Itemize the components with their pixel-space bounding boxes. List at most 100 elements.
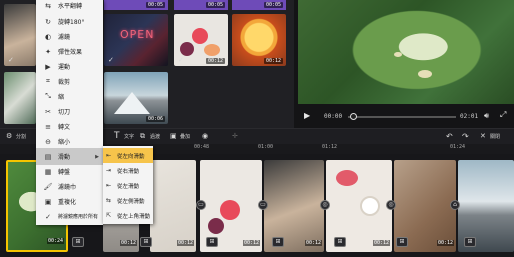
fruit-shape: [208, 218, 224, 234]
ruler-tick: 00:48: [194, 144, 210, 150]
transition-marker[interactable]: ⊞: [464, 237, 476, 247]
preview-panel: ▶ 00:00 02:01 🔊︎ ⤢: [298, 0, 514, 128]
transition-marker[interactable]: ▭: [196, 200, 206, 210]
preview-video: [298, 0, 514, 104]
close-icon[interactable]: ✕: [480, 132, 486, 140]
media-thumb-sun[interactable]: 00:12: [232, 14, 286, 66]
check-icon: ✓: [45, 212, 51, 221]
fruit-shape: [180, 42, 194, 56]
neon-sign: OPEN: [120, 28, 155, 41]
clip-duration: 00:12: [436, 240, 454, 246]
media-duration: 00:05: [263, 2, 283, 8]
media-thumb-fruit[interactable]: 00:12 ✓: [174, 14, 228, 66]
transition-marker[interactable]: ⊞: [140, 237, 152, 247]
undo-icon[interactable]: ↶: [446, 132, 453, 141]
fruit-shape: [204, 44, 220, 56]
sand-bunker: [418, 70, 432, 78]
ruler-tick: 01:24: [450, 144, 466, 150]
food-shape: [360, 196, 380, 216]
media-duration: 00:05: [205, 2, 225, 8]
toolbar-text[interactable]: 文字: [124, 133, 134, 140]
record-icon[interactable]: ◉: [202, 132, 208, 140]
seek-handle[interactable]: [350, 113, 357, 120]
slide-left-icon: ⇤: [106, 182, 112, 189]
clip-duration: 00:12: [119, 240, 137, 246]
context-menu: ⇆ 水平翻轉 ↻ 旋轉180° ◐ 濾鏡 ✦ 彈性效果 ▶ 運動 ⌗ 裁剪 ⤡ 縮 ✂ 切刀 ≡…: [36, 0, 103, 225]
media-thumb-woman[interactable]: ✓: [4, 4, 36, 66]
repeat-icon: ▣: [44, 197, 52, 206]
transition-marker[interactable]: ⊞: [396, 237, 408, 247]
media-thumb-mountain[interactable]: 00:06: [104, 72, 168, 124]
clip-duration: 00:12: [176, 240, 194, 246]
media-duration: 00:12: [263, 58, 283, 64]
transition-icon[interactable]: ⧉: [140, 132, 145, 141]
transition-marker[interactable]: ⊞: [334, 237, 346, 247]
slide-submenu: ⇤ 從左向滑動 ⇥ 從右滑動 ⇤ 從左滑動 ⇆ 從左側滑動 ⇱ 從左上角滑動: [103, 146, 153, 224]
wheel-icon: ▦: [44, 167, 52, 176]
fullscreen-icon[interactable]: ⤢: [500, 110, 506, 120]
transition-marker[interactable]: ⊞: [272, 237, 284, 247]
sand-bunker: [394, 52, 402, 57]
scale-icon: ⤡: [45, 92, 51, 100]
volume-icon[interactable]: 🔊︎: [484, 111, 489, 121]
submenu-item-slide-in[interactable]: ⇤ 從左向滑動: [103, 148, 153, 163]
playback-controls: ▶ 00:00 02:01 🔊︎ ⤢: [298, 104, 514, 128]
text-icon[interactable]: T: [114, 131, 120, 141]
toolbar-transition[interactable]: 過渡: [150, 133, 160, 140]
menu-item-flip[interactable]: ⇆ 水平翻轉: [36, 0, 103, 14]
current-time: 00:00: [324, 113, 343, 120]
media-thumb-neon[interactable]: OPEN ✓: [104, 14, 168, 66]
check-icon: ✓: [8, 56, 14, 64]
redo-icon[interactable]: ↷: [462, 132, 469, 141]
app-root: 00:05 00:05 00:05 ✓ OPEN ✓ 00:12 ✓ 00:12: [0, 0, 514, 257]
toolbar-overlay[interactable]: 疊加: [180, 133, 190, 140]
toolbar-close[interactable]: 關閉: [490, 133, 500, 140]
toolbar-split[interactable]: 分割: [16, 133, 26, 140]
mountain-shape: [114, 92, 150, 114]
clip-table[interactable]: 00:12: [150, 160, 196, 252]
clip-duration: 00:12: [242, 240, 260, 246]
total-time: 02:01: [460, 113, 479, 120]
shrink-icon: ⊖: [45, 137, 51, 146]
transition-marker[interactable]: ▭: [258, 200, 268, 210]
split-icon[interactable]: ⚙: [6, 132, 12, 140]
submenu-item-slide-side[interactable]: ⇆ 從左側滑動: [103, 193, 153, 208]
overlay-icon[interactable]: ▣: [170, 132, 177, 140]
transition-marker[interactable]: ◎: [386, 200, 396, 210]
media-duration: 00:12: [205, 58, 225, 64]
media-thumb-plants[interactable]: [4, 72, 36, 124]
transition-marker[interactable]: ⌂: [450, 200, 460, 210]
media-top-strip-2: 00:05: [174, 0, 228, 10]
transition-marker[interactable]: ⊞: [206, 237, 218, 247]
flip-icon: ⇆: [45, 1, 51, 10]
motion-icon: ▶: [45, 62, 51, 71]
ruler-tick: 01:12: [322, 144, 338, 150]
filter2-icon: 🖌︎: [43, 182, 53, 191]
split-disabled-icon: ✛: [232, 132, 238, 140]
submenu-item-slide-right[interactable]: ⇥ 從右滑動: [103, 163, 153, 178]
media-duration: 00:06: [145, 116, 165, 122]
rotate-icon: ↻: [45, 17, 51, 26]
slide-side-icon: ⇆: [106, 197, 112, 204]
fruit-shape: [192, 28, 208, 44]
crop-icon: ⌗: [46, 77, 50, 85]
play-icon[interactable]: ▶: [304, 111, 310, 120]
media-duration: 00:05: [145, 2, 165, 8]
fruit-shape: [220, 200, 240, 220]
submenu-item-slide-left[interactable]: ⇤ 從左滑動: [103, 178, 153, 193]
seek-bar[interactable]: [348, 116, 456, 118]
menu-item-apply-all[interactable]: ✓ 將濾鏡應用於所有: [36, 208, 103, 225]
food-shape: [336, 170, 358, 186]
cut-icon: ✂: [45, 107, 51, 116]
clip-duration: 00:12: [372, 240, 390, 246]
check-icon: ✓: [108, 56, 114, 64]
transition-marker[interactable]: ⊞: [72, 237, 84, 247]
slide-right-icon: ⇥: [106, 167, 112, 174]
filter-icon: ◐: [44, 32, 52, 41]
effect-icon: ✦: [45, 47, 51, 56]
clip-duration: 00:12: [304, 240, 322, 246]
transition-marker[interactable]: ◎: [320, 200, 330, 210]
submenu-arrow-icon: ▶: [95, 153, 99, 160]
submenu-item-slide-corner[interactable]: ⇱ 從左上角滑動: [103, 208, 153, 223]
ruler-tick: 01:00: [258, 144, 274, 150]
